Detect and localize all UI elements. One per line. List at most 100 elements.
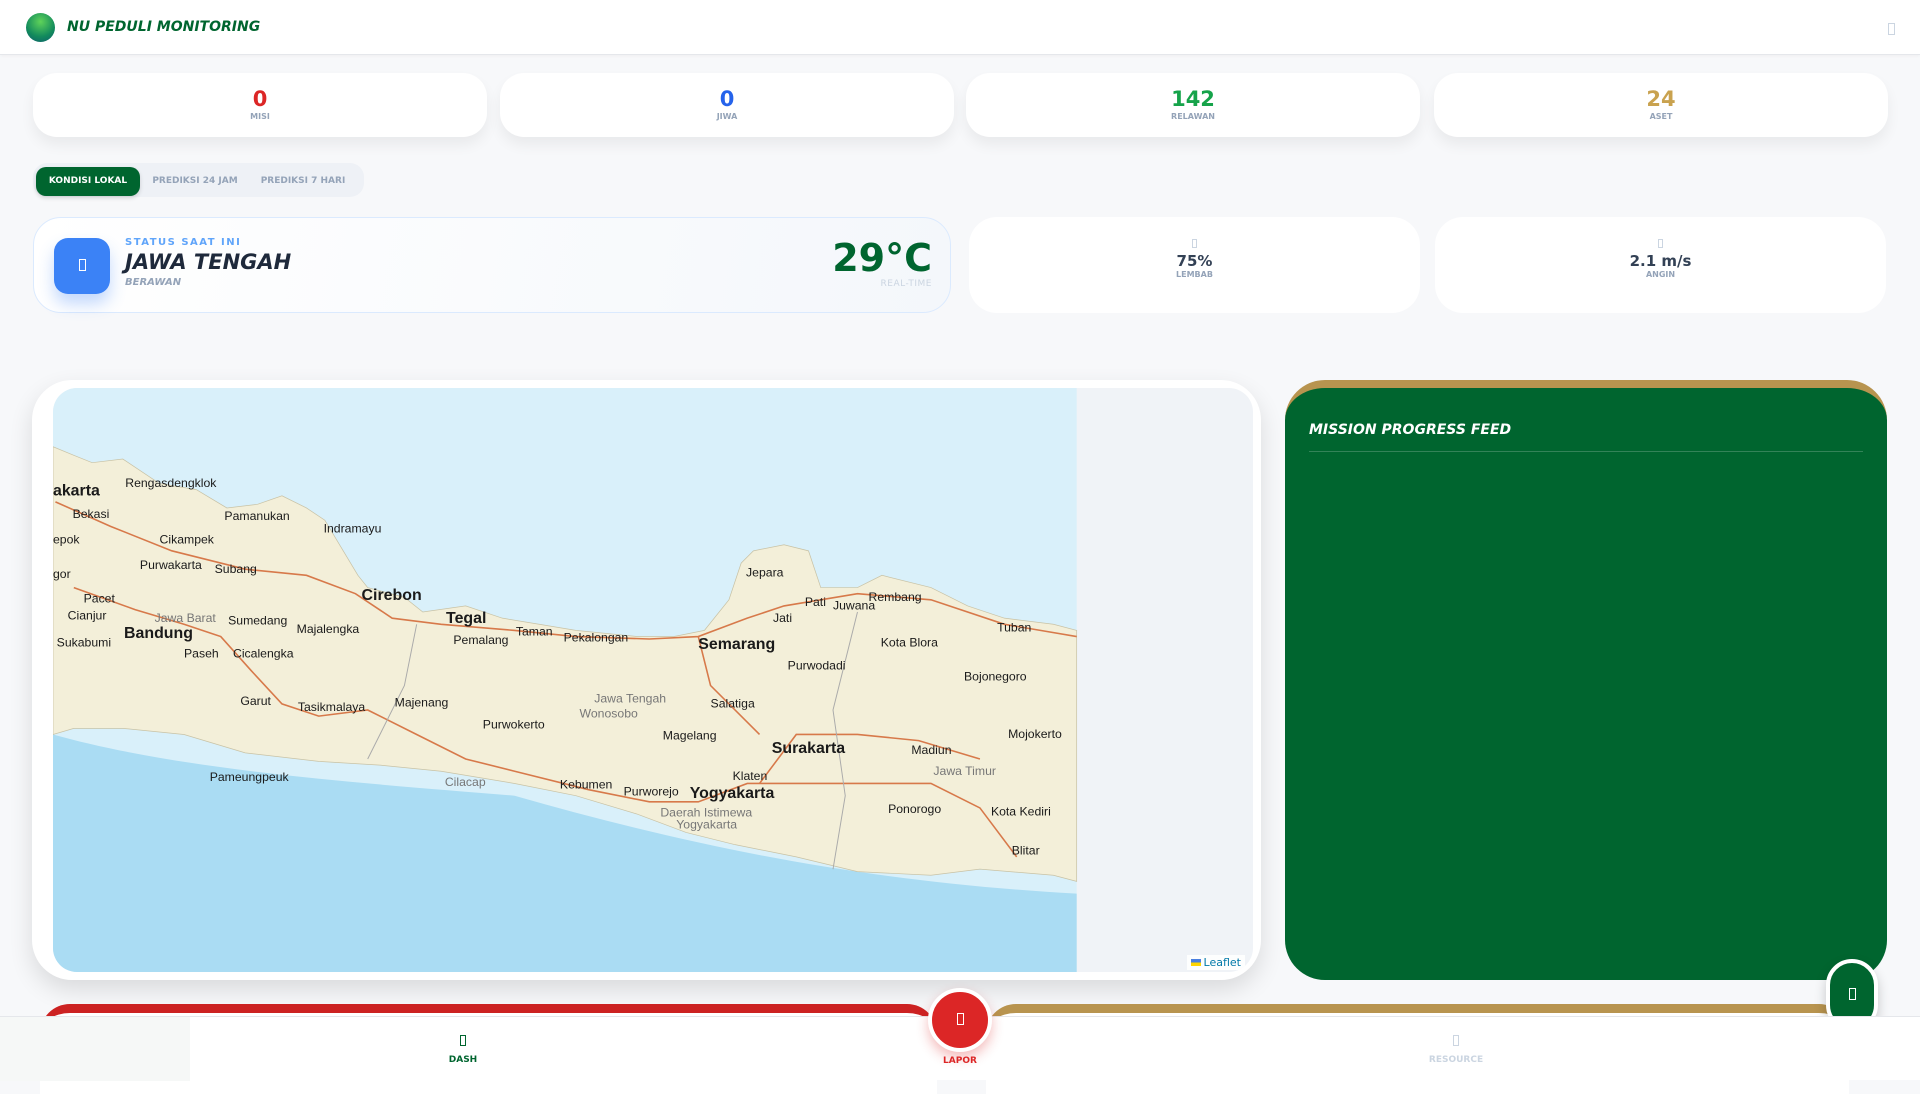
- bars-icon[interactable]: [1888, 20, 1895, 39]
- map-place-label: Cicalengka: [233, 646, 294, 660]
- map-place-label: Sumedang: [228, 613, 287, 627]
- map-place-label: Salatiga: [711, 697, 755, 711]
- alert-icon: [956, 1013, 964, 1025]
- map-place-label: akarta: [53, 483, 100, 500]
- mission-progress-feed: MISSION PROGRESS FEED: [1285, 380, 1887, 980]
- map-place-label: Purwokerto: [483, 717, 545, 731]
- tab-prediksi-24-jam[interactable]: PREDIKSI 24 JAM: [145, 167, 245, 196]
- chat-icon: [1848, 988, 1856, 1000]
- app-title: NU PEDULI MONITORING: [67, 19, 261, 35]
- nav-resource[interactable]: RESOURCE: [1396, 1035, 1516, 1065]
- weather-condition: BERAWAN: [125, 277, 182, 288]
- map-place-label: Garut: [240, 694, 271, 708]
- stat-label: MISI: [250, 112, 270, 121]
- map-place-label: Tegal: [446, 610, 486, 627]
- map-place-label: Jati: [773, 611, 792, 625]
- wind-icon: [1658, 239, 1663, 248]
- map-place-label: Madiun: [911, 743, 951, 757]
- nav-dash[interactable]: DASH: [403, 1035, 523, 1065]
- stat-value: 142: [1171, 87, 1215, 111]
- nu-logo: [26, 13, 55, 42]
- lapor-button[interactable]: [928, 988, 992, 1052]
- map-place-label: Purworejo: [624, 785, 679, 799]
- stat-label: RELAWAN: [1171, 112, 1215, 121]
- divider: [1309, 451, 1863, 452]
- map-place-label: Klaten: [733, 769, 768, 783]
- map-place-label: Jawa Barat: [155, 611, 217, 625]
- map-place-label: Yogyakarta: [690, 785, 775, 802]
- map-place-label: Tasikmalaya: [298, 700, 366, 714]
- temperature: 29°C: [832, 236, 932, 280]
- current-weather-card: STATUS SAAT INI JAWA TENGAH BERAWAN 29°C…: [33, 217, 951, 313]
- wind-card: 2.1 m/s ANGIN: [1435, 217, 1886, 313]
- map-tiles[interactable]: akarta Rengasdengklok Bekasi epok Pamanukan I…: [53, 388, 1253, 972]
- map-place-label: Cilacap: [445, 775, 486, 789]
- map-place-label: Wonosobo: [580, 706, 638, 720]
- stat-value: 0: [719, 87, 735, 111]
- droplet-icon: [1192, 239, 1197, 248]
- map-place-label: Pekalongan: [564, 630, 629, 644]
- tab-kondisi-lokal[interactable]: KONDISI LOKAL: [36, 167, 140, 196]
- map-place-label: Bekasi: [73, 507, 110, 521]
- map-place-label: Kebumen: [560, 777, 613, 791]
- map-place-label: Pacet: [84, 591, 116, 605]
- map-place-label: Jepara: [746, 566, 784, 580]
- stat-card-aset: 24 ASET: [1434, 73, 1888, 137]
- map-place-label: Sukabumi: [57, 635, 111, 649]
- map-place-label: Bojonegoro: [964, 670, 1027, 684]
- map-place-label: gor: [53, 567, 71, 581]
- map-place-label: Ponorogo: [888, 802, 941, 816]
- nav-dash-label: DASH: [448, 1055, 478, 1065]
- realtime-label: REAL-TIME: [880, 279, 932, 289]
- map-place-label: Cikampek: [160, 532, 215, 546]
- map-place-label: Rembang: [869, 590, 922, 604]
- map-place-label: Tuban: [997, 621, 1031, 635]
- region-name: JAWA TENGAH: [125, 250, 292, 274]
- map-place-label: Cianjur: [68, 608, 107, 622]
- map-place-label: Kota Kediri: [991, 804, 1051, 818]
- map-place-label: Rengasdengklok: [125, 476, 217, 490]
- map-place-label: Paseh: [184, 646, 219, 660]
- stat-card-relawan: 142 RELAWAN: [966, 73, 1420, 137]
- nav-shade: [0, 1017, 190, 1081]
- cloud-icon: [54, 238, 110, 294]
- leaflet-attribution[interactable]: Leaflet: [1186, 955, 1245, 970]
- ukraine-flag-icon: [1190, 959, 1201, 966]
- map-place-label: Surakarta: [772, 740, 846, 757]
- map-place-label: Majalengka: [297, 622, 360, 636]
- map-place-label: Bandung: [124, 625, 193, 642]
- map-place-label: Mojokerto: [1008, 727, 1062, 741]
- map-place-label: Kota Blora: [881, 635, 938, 649]
- map-place-label: Purwodadi: [788, 659, 846, 673]
- map-place-label: Blitar: [1012, 843, 1040, 857]
- box-icon: [1453, 1035, 1459, 1046]
- nav-resource-label: RESOURCE: [1428, 1055, 1484, 1065]
- map-place-label: Purwakarta: [140, 558, 202, 572]
- map-place-label: Jawa Timur: [933, 764, 996, 778]
- wind-label: ANGIN: [1645, 270, 1676, 279]
- stat-label: JIWA: [716, 112, 738, 121]
- lapor-label[interactable]: LAPOR: [900, 1056, 1020, 1066]
- tab-prediksi-7-hari[interactable]: PREDIKSI 7 HARI: [251, 167, 355, 196]
- map-place-label: Majenang: [395, 695, 449, 709]
- wind-value: 2.1 m/s: [1629, 252, 1692, 270]
- map-place-label: Semarang: [698, 636, 775, 653]
- stat-label: ASET: [1649, 112, 1673, 121]
- map[interactable]: akarta Rengasdengklok Bekasi epok Pamanukan I…: [53, 388, 1253, 972]
- humidity-label: LEMBAB: [1176, 270, 1213, 279]
- status-label: STATUS SAAT INI: [125, 237, 242, 248]
- map-place-label: Subang: [215, 562, 257, 576]
- map-place-label: Magelang: [663, 728, 717, 742]
- attribution-link[interactable]: Leaflet: [1204, 956, 1241, 969]
- map-place-label: Taman: [516, 624, 553, 638]
- stat-card-misi: 0 MISI: [33, 73, 487, 137]
- map-card: akarta Rengasdengklok Bekasi epok Pamanukan I…: [32, 380, 1261, 980]
- top-header: NU PEDULI MONITORING: [0, 0, 1920, 55]
- map-place-label: Pameungpeuk: [210, 770, 290, 784]
- map-place-label: Yogyakarta: [676, 818, 737, 832]
- humidity-value: 75%: [1176, 252, 1213, 270]
- stat-card-jiwa: 0 JIWA: [500, 73, 954, 137]
- humidity-card: 75% LEMBAB: [969, 217, 1420, 313]
- forecast-tabs: KONDISI LOKAL PREDIKSI 24 JAM PREDIKSI 7…: [33, 163, 364, 197]
- map-place-label: epok: [53, 532, 80, 546]
